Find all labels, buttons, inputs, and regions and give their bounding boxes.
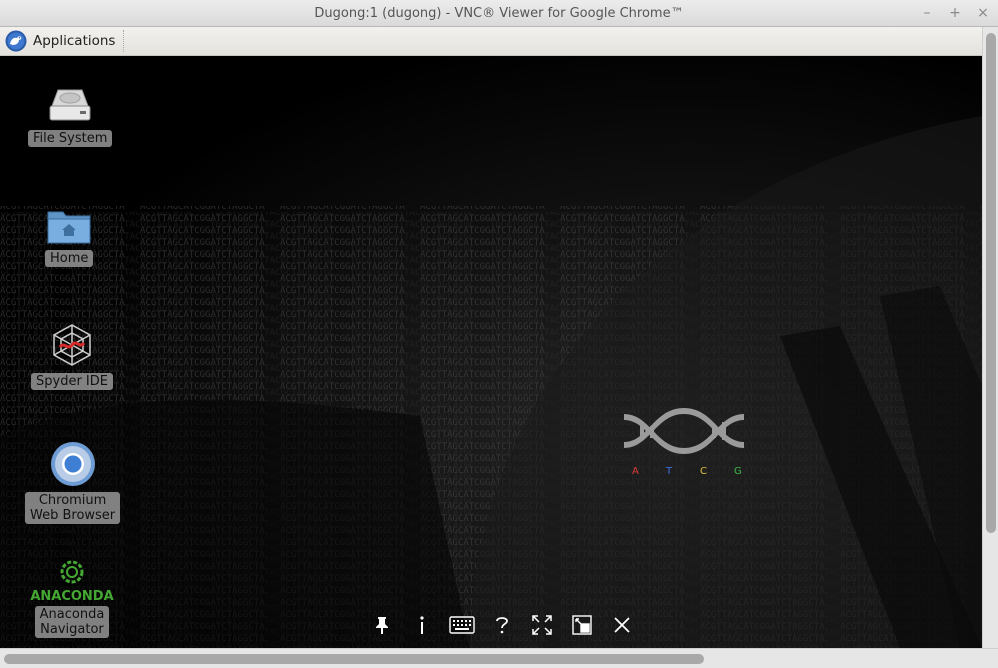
chromium-label-line1: Chromium xyxy=(38,493,107,508)
hard-drive-icon xyxy=(49,89,91,121)
dna-letter-g: G xyxy=(734,466,742,477)
maximize-button[interactable]: + xyxy=(948,0,962,27)
pin-icon xyxy=(376,617,388,634)
panel-separator xyxy=(123,30,126,52)
dna-letter-c: C xyxy=(700,466,707,477)
spyder-icon xyxy=(53,324,91,366)
desktop-icon-anaconda-navigator[interactable]: ANACONDA Anaconda Navigator xyxy=(26,558,118,638)
anaconda-label-line2: Navigator xyxy=(40,622,104,637)
chromium-icon xyxy=(50,442,95,486)
chromium-label-line2: Web Browser xyxy=(30,508,116,523)
anaconda-logo-text: ANACONDA xyxy=(30,589,113,602)
xfce-logo-icon xyxy=(5,30,27,52)
anaconda-navigator-label: Anaconda Navigator xyxy=(34,606,110,638)
desktop-icon-home[interactable]: Home xyxy=(45,206,94,267)
scale-button[interactable] xyxy=(562,610,602,640)
file-system-label: File System xyxy=(28,130,113,147)
help-button[interactable] xyxy=(482,610,522,640)
home-folder-icon xyxy=(47,211,91,244)
window-title: Dugong:1 (dugong) - VNC® Viewer for Goog… xyxy=(314,6,684,21)
minimize-button[interactable]: – xyxy=(920,0,934,27)
applications-label: Applications xyxy=(33,33,116,49)
keyboard-icon xyxy=(449,616,475,634)
horizontal-scroll-thumb[interactable] xyxy=(4,654,704,664)
keyboard-button[interactable] xyxy=(442,610,482,640)
desktop-icon-file-system[interactable]: File System xyxy=(28,86,113,147)
home-label: Home xyxy=(45,250,94,267)
vertical-scroll-thumb[interactable] xyxy=(986,33,996,533)
info-button[interactable] xyxy=(402,610,442,640)
scale-icon xyxy=(572,615,592,635)
vertical-scrollbar[interactable] xyxy=(982,27,998,648)
chromium-label: Chromium Web Browser xyxy=(25,492,121,524)
dna-letter-a: A xyxy=(632,466,639,477)
desktop-icon-spyder-ide[interactable]: Spyder IDE xyxy=(31,321,113,390)
fullscreen-button[interactable] xyxy=(522,610,562,640)
anaconda-icon: ANACONDA xyxy=(30,560,114,602)
dna-letter-t: T xyxy=(665,466,673,477)
window-controls: – + × xyxy=(920,0,990,27)
fullscreen-icon xyxy=(532,615,552,635)
desktop-icon-chromium[interactable]: Chromium Web Browser xyxy=(25,440,121,524)
vnc-toolbar xyxy=(362,610,642,640)
horizontal-scrollbar[interactable] xyxy=(0,648,998,668)
applications-menu-button[interactable]: Applications xyxy=(0,27,121,56)
pin-button[interactable] xyxy=(362,610,402,640)
desktop[interactable]: ACGTTAGCATCGGATCTAGGCTA TGCATCGGATTACGCT… xyxy=(0,56,982,648)
top-panel: Applications xyxy=(0,27,982,56)
info-icon xyxy=(420,616,424,634)
spyder-ide-label: Spyder IDE xyxy=(31,373,113,390)
help-icon xyxy=(496,617,508,634)
dna-logo: A T C G xyxy=(624,408,744,477)
close-session-button[interactable] xyxy=(602,610,642,640)
desktop-wallpaper: ACGTTAGCATCGGATCTAGGCTA TGCATCGGATTACGCT… xyxy=(0,56,982,648)
close-window-button[interactable]: × xyxy=(976,0,990,27)
anaconda-label-line1: Anaconda xyxy=(39,607,105,622)
close-icon xyxy=(614,617,630,633)
window-titlebar: Dugong:1 (dugong) - VNC® Viewer for Goog… xyxy=(0,0,998,27)
